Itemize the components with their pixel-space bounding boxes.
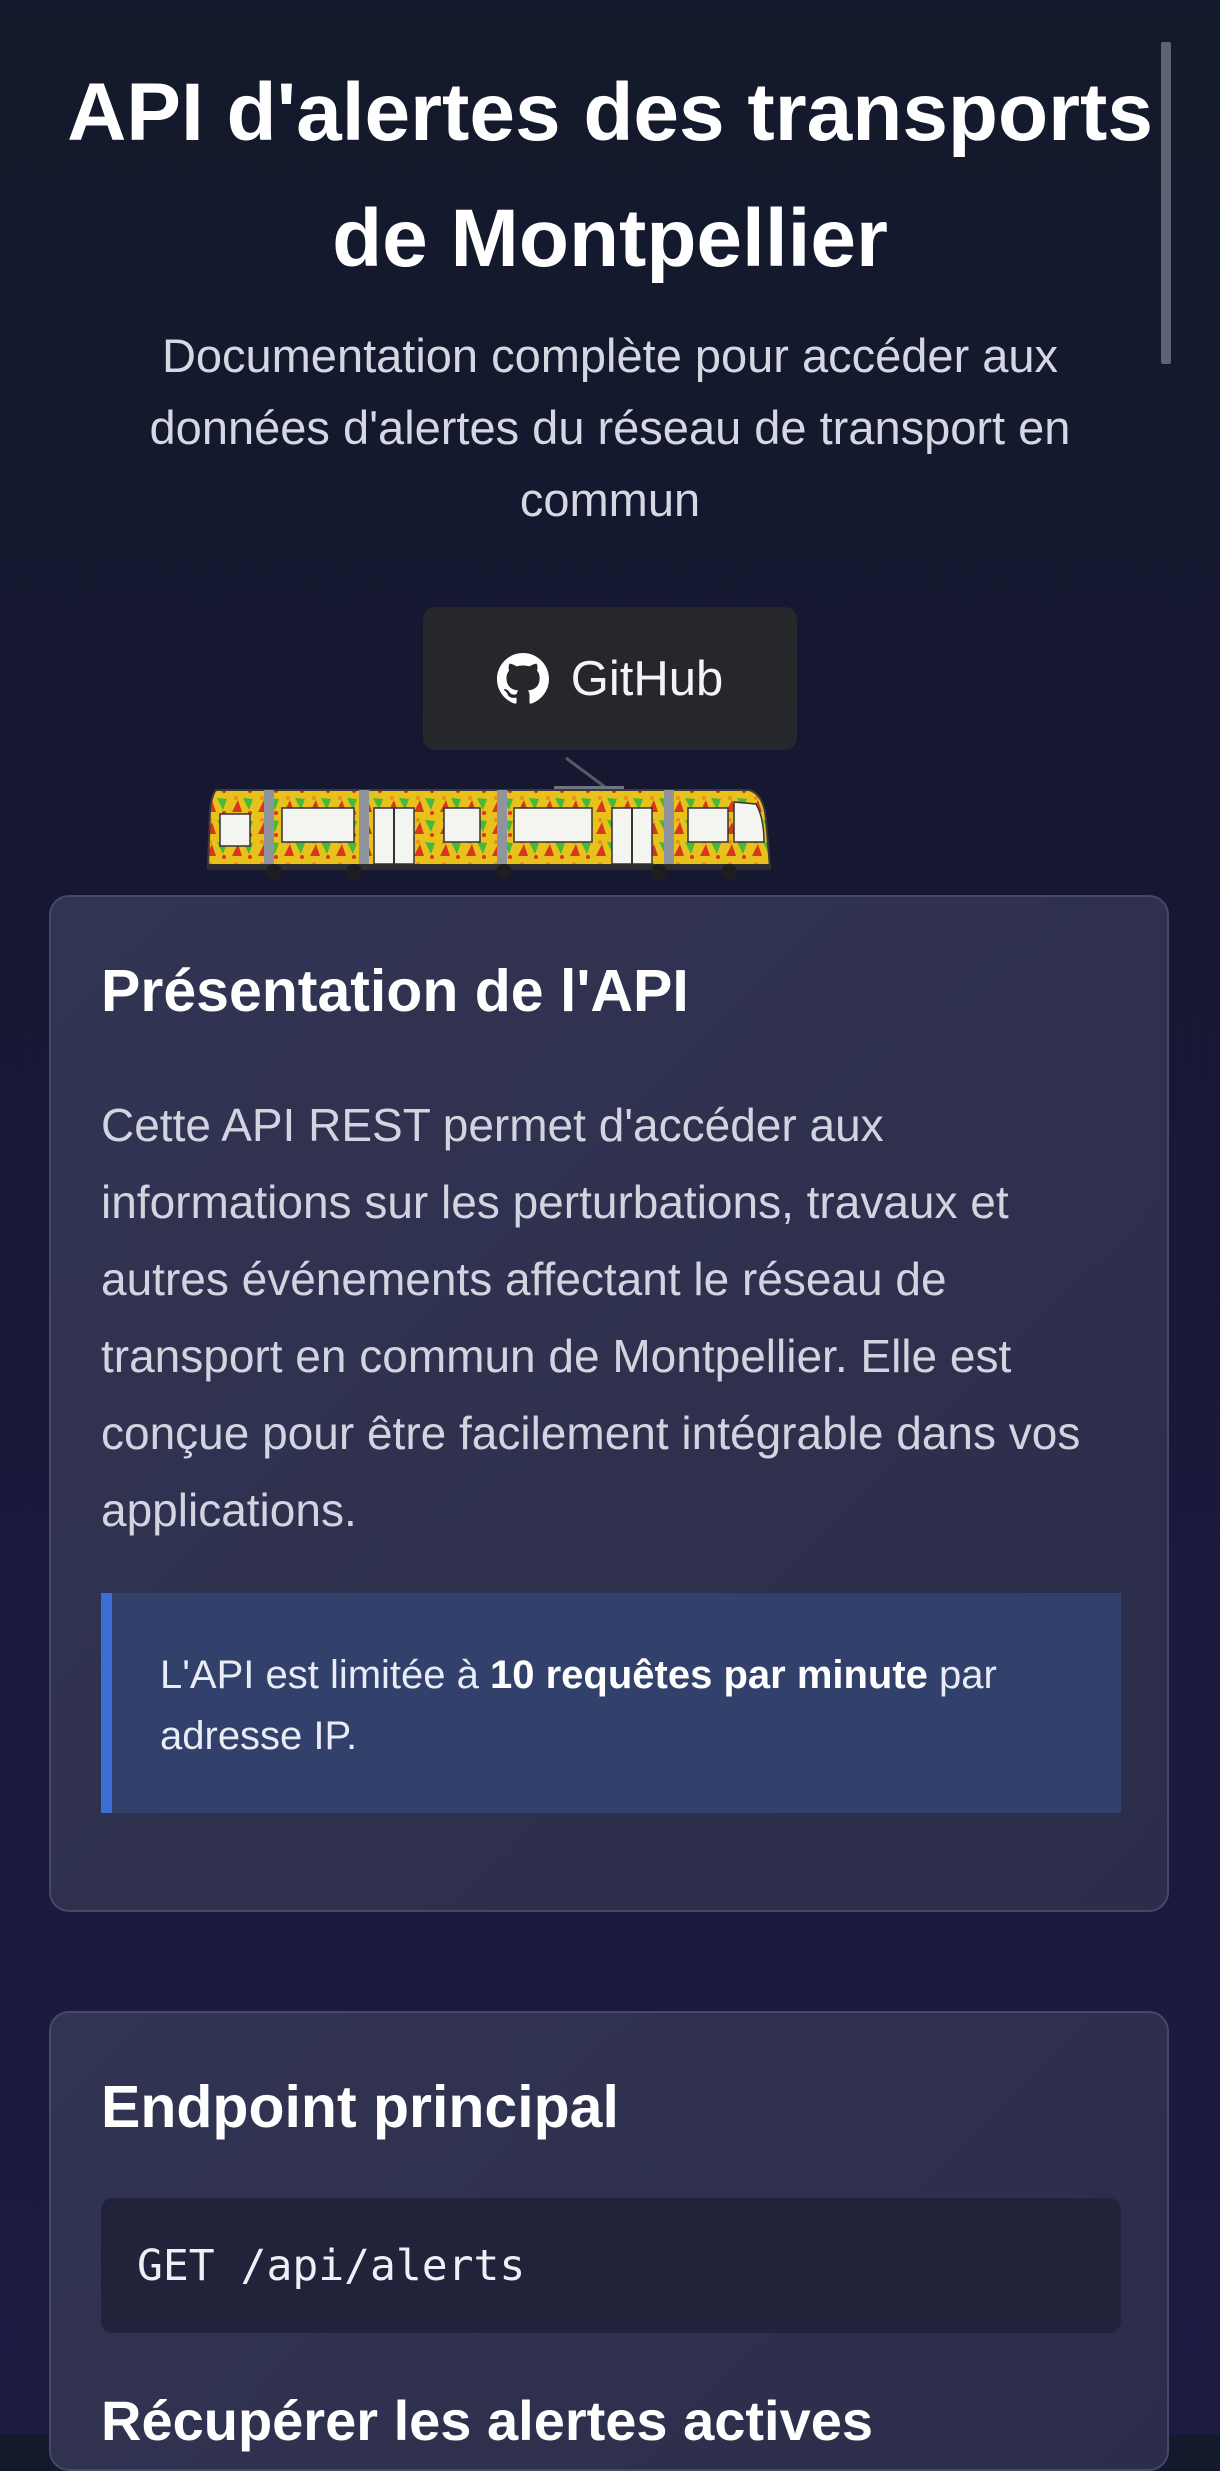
endpoint-card: Endpoint principal GET /api/alerts Récup… <box>49 2011 1169 2471</box>
presentation-title: Présentation de l'API <box>101 958 689 1024</box>
active-alerts-heading: Récupérer les alertes actives <box>101 2389 874 2452</box>
presentation-card: Présentation de l'API Cette API REST per… <box>49 895 1169 1912</box>
presentation-paragraph: Cette API REST permet d'accéder aux info… <box>101 1099 1081 1536</box>
endpoint-code: GET /api/alerts <box>101 2198 1121 2333</box>
github-button-label: GitHub <box>570 651 724 706</box>
notice-prefix: L'API est limitée à <box>160 1653 490 1697</box>
notice-highlight: 10 requêtes par minute <box>490 1653 928 1697</box>
github-button[interactable]: GitHub <box>423 607 797 750</box>
github-icon <box>496 652 549 705</box>
page-subtitle: Documentation complète pour accéder aux … <box>149 329 1071 526</box>
endpoint-title: Endpoint principal <box>101 2074 619 2140</box>
rate-limit-notice: L'API est limitée à 10 requêtes par minu… <box>101 1593 1121 1813</box>
tram-illustration <box>206 756 772 880</box>
page-title: API d'alertes des transports de Montpell… <box>67 67 1153 284</box>
